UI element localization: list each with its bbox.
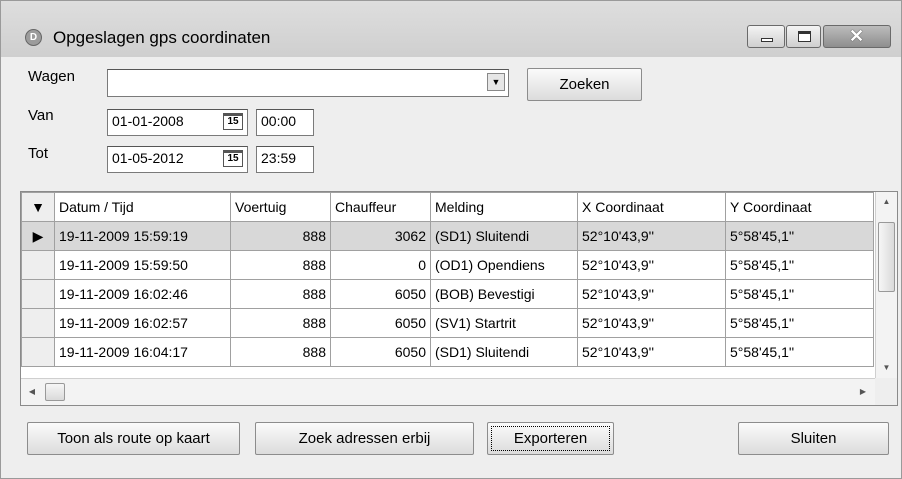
cell-vehicle[interactable]: 888 [230,279,331,309]
cell-datetime[interactable]: 19-11-2009 15:59:19 [54,221,231,251]
minimize-button[interactable] [747,25,785,48]
vertical-scrollbar[interactable]: ▲ ▼ [875,192,897,378]
tot-date-picker[interactable]: 01-05-2012 15 [107,146,248,173]
cell-x-coordinate[interactable]: 52°10'43,9'' [577,250,726,280]
cell-y-coordinate[interactable]: 5°58'45,1'' [725,279,874,309]
cell-x-coordinate[interactable]: 52°10'43,9'' [577,279,726,309]
close-dialog-button[interactable]: Sluiten [738,422,889,455]
cell-datetime[interactable]: 19-11-2009 16:02:46 [54,279,231,309]
calendar-icon[interactable]: 15 [223,113,243,130]
column-header[interactable]: Datum / Tijd [54,192,231,222]
column-header[interactable]: Chauffeur [330,192,431,222]
chevron-down-icon[interactable]: ▼ [487,73,505,91]
calendar-icon[interactable]: 15 [223,150,243,167]
cell-message[interactable]: (SD1) Sluitendi [430,221,578,251]
cell-datetime[interactable]: 19-11-2009 15:59:50 [54,250,231,280]
cell-datetime[interactable]: 19-11-2009 16:02:57 [54,308,231,338]
scroll-left-icon[interactable]: ◀ [23,379,41,405]
horizontal-scroll-thumb[interactable] [45,383,65,401]
cell-y-coordinate[interactable]: 5°58'45,1'' [725,250,874,280]
close-button[interactable]: ✕ [823,25,891,48]
table-row[interactable]: 19-11-2009 16:04:17 888 6050 (SD1) Sluit… [21,337,874,367]
row-header[interactable] [21,337,55,367]
cell-datetime[interactable]: 19-11-2009 16:04:17 [54,337,231,367]
minimize-icon [761,38,773,42]
row-header[interactable] [21,250,55,280]
cell-x-coordinate[interactable]: 52°10'43,9'' [577,221,726,251]
export-button[interactable]: Exporteren [487,422,614,455]
row-header[interactable] [21,279,55,309]
van-label: Van [28,107,54,124]
tot-label: Tot [28,145,49,162]
results-table: ▼ Datum / Tijd Voertuig Chauffeur Meldin… [21,192,874,367]
maximize-icon [798,31,811,42]
cell-message[interactable]: (SV1) Startrit [430,308,578,338]
cell-message[interactable]: (BOB) Bevestigi [430,279,578,309]
cell-driver[interactable]: 0 [330,250,431,280]
van-date-picker[interactable]: 01-01-2008 15 [107,109,248,136]
cell-message[interactable]: (OD1) Opendiens [430,250,578,280]
gps-window: D Opgeslagen gps coordinaten ✕ Wagen ▼ Z… [0,0,902,479]
tot-date-value: 01-05-2012 [112,150,184,166]
horizontal-scrollbar[interactable]: ◀ ▶ [21,378,876,405]
maximize-button[interactable] [786,25,821,48]
van-date-value: 01-01-2008 [112,113,184,129]
title-bar[interactable]: D Opgeslagen gps coordinaten ✕ [1,1,901,57]
close-icon: ✕ [849,26,865,46]
show-route-button[interactable]: Toon als route op kaart [27,422,240,455]
search-button[interactable]: Zoeken [527,68,642,101]
window-title: Opgeslagen gps coordinaten [53,28,271,47]
cell-message[interactable]: (SD1) Sluitendi [430,337,578,367]
column-header[interactable]: Melding [430,192,578,222]
wagen-dropdown[interactable]: ▼ [107,69,509,97]
column-header[interactable]: Y Coordinaat [725,192,874,222]
tot-time-field[interactable]: 23:59 [256,146,314,173]
column-header[interactable]: X Coordinaat [577,192,726,222]
app-icon[interactable]: D [25,29,42,46]
van-time-field[interactable]: 00:00 [256,109,314,136]
scroll-down-icon[interactable]: ▼ [876,358,897,378]
vertical-scroll-thumb[interactable] [878,222,895,292]
cell-vehicle[interactable]: 888 [230,221,331,251]
table-row[interactable]: 19-11-2009 15:59:50 888 0 (OD1) Opendien… [21,250,874,280]
cell-vehicle[interactable]: 888 [230,337,331,367]
cell-driver[interactable]: 6050 [330,279,431,309]
find-addresses-button[interactable]: Zoek adressen erbij [255,422,474,455]
cell-x-coordinate[interactable]: 52°10'43,9'' [577,308,726,338]
cell-y-coordinate[interactable]: 5°58'45,1'' [725,337,874,367]
row-header[interactable] [21,308,55,338]
table-row[interactable]: 19-11-2009 16:02:46 888 6050 (BOB) Beves… [21,279,874,309]
cell-y-coordinate[interactable]: 5°58'45,1'' [725,221,874,251]
sort-icon[interactable]: ▼ [21,192,55,222]
cell-y-coordinate[interactable]: 5°58'45,1'' [725,308,874,338]
cell-vehicle[interactable]: 888 [230,250,331,280]
cell-driver[interactable]: 6050 [330,337,431,367]
scroll-up-icon[interactable]: ▲ [876,192,897,212]
wagen-label: Wagen [28,68,75,85]
column-header[interactable]: Voertuig [230,192,331,222]
cell-driver[interactable]: 6050 [330,308,431,338]
current-row-indicator-icon[interactable]: ▶ [21,221,55,251]
scrollbar-corner [875,378,897,405]
scroll-right-icon[interactable]: ▶ [854,379,872,405]
table-row[interactable]: 19-11-2009 16:02:57 888 6050 (SV1) Start… [21,308,874,338]
cell-driver[interactable]: 3062 [330,221,431,251]
results-grid[interactable]: ▼ Datum / Tijd Voertuig Chauffeur Meldin… [20,191,898,406]
table-header-row: ▼ Datum / Tijd Voertuig Chauffeur Meldin… [21,192,874,222]
cell-vehicle[interactable]: 888 [230,308,331,338]
table-row[interactable]: ▶ 19-11-2009 15:59:19 888 3062 (SD1) Slu… [21,221,874,251]
cell-x-coordinate[interactable]: 52°10'43,9'' [577,337,726,367]
